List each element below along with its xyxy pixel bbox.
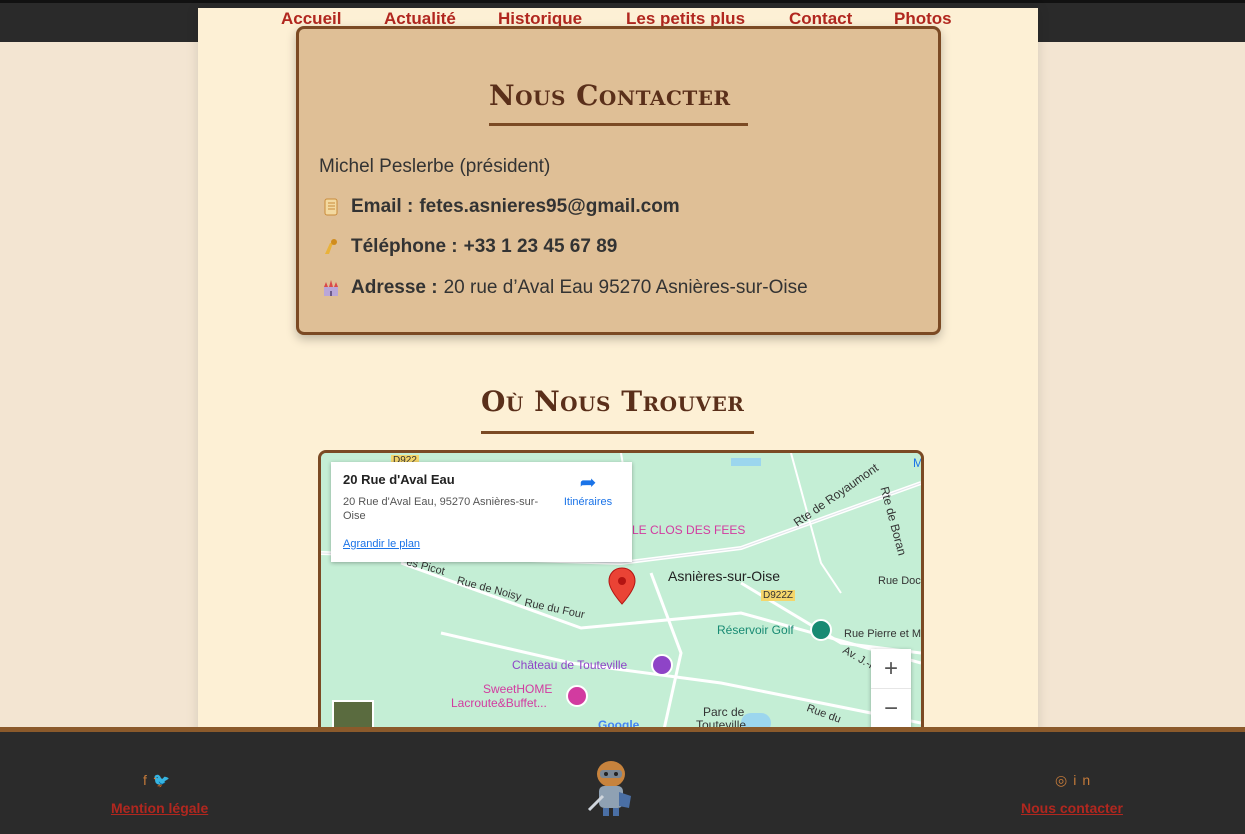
email-link[interactable]: fetes.asnieres95@gmail.com <box>419 196 679 218</box>
social-right: ◎in <box>1055 772 1096 789</box>
zoom-controls: + − <box>871 649 911 731</box>
phone-link[interactable]: +33 1 23 45 67 89 <box>464 236 618 258</box>
address-value: 20 rue d’Aval Eau 95270 Asnières-sur-Ois… <box>443 277 808 298</box>
map-label-pierre: Rue Pierre et Ma <box>844 628 924 640</box>
map-pin-icon[interactable] <box>608 567 636 610</box>
find-title-underline <box>481 431 754 434</box>
enlarge-map-link[interactable]: Agrandir le plan <box>343 538 420 550</box>
hotel-marker-icon[interactable] <box>566 685 588 707</box>
map-label-m: M <box>913 456 923 470</box>
email-line: Email : fetes.asnieres95@gmail.com <box>319 196 686 218</box>
castle-icon <box>319 277 343 299</box>
site-footer: f🐦 Mention légale ◎in Nous contacter <box>0 727 1245 834</box>
social-left: f🐦 <box>143 772 176 789</box>
instagram-icon[interactable]: ◎ <box>1055 772 1073 788</box>
directions-label: Itinéraires <box>563 496 613 508</box>
map-label-lacroute: Lacroute&Buffet... <box>451 696 547 710</box>
contact-card: Nous Contacter Michel Peslerbe (présiden… <box>296 26 941 335</box>
address-label: Adresse : <box>351 277 438 298</box>
directions-button[interactable]: ➦ Itinéraires <box>553 470 623 508</box>
contact-title-underline <box>489 123 748 126</box>
map-label-clos: LE CLOS DES FEES <box>632 523 746 537</box>
find-title: Où Nous Trouver <box>481 385 745 418</box>
knight-mascot-logo <box>585 756 637 818</box>
map-label-town: Asnières-sur-Oise <box>668 568 781 584</box>
mention-legale-link[interactable]: Mention légale <box>111 800 208 816</box>
linkedin-icon[interactable]: in <box>1073 772 1096 788</box>
map-label-parc: Parc de <box>703 705 745 719</box>
map-canvas[interactable]: LE CLOS DES FEES Asnières-sur-Oise Rte d… <box>321 453 924 737</box>
phone-line: Téléphone : +33 1 23 45 67 89 <box>319 236 623 258</box>
castle-marker-icon[interactable] <box>651 654 673 676</box>
nous-contacter-link[interactable]: Nous contacter <box>1021 800 1123 816</box>
twitter-icon[interactable]: 🐦 <box>153 772 176 788</box>
map-label-reservoir: Réservoir Golf <box>717 623 794 637</box>
address-line: Adresse : 20 rue d’Aval Eau 95270 Asnièr… <box>319 277 808 299</box>
map-label-chateau: Château de Touteville <box>512 658 628 672</box>
scroll-icon <box>319 196 343 218</box>
map-label-sweethome: SweetHOME <box>483 682 553 696</box>
map-label-d922z: D922Z <box>761 590 796 601</box>
phone-label: Téléphone : <box>351 236 458 257</box>
directions-icon: ➦ <box>579 472 597 494</box>
map-info-card: 20 Rue d'Aval Eau 20 Rue d'Aval Eau, 952… <box>331 462 632 562</box>
email-label: Email : <box>351 196 414 217</box>
zoom-out-button[interactable]: − <box>871 689 911 729</box>
president-text: Michel Peslerbe (président) <box>319 156 551 177</box>
facebook-icon[interactable]: f <box>143 772 153 788</box>
zoom-in-button[interactable]: + <box>871 649 911 689</box>
contact-title: Nous Contacter <box>489 79 731 112</box>
golf-icon[interactable] <box>810 619 832 641</box>
map-card-title: 20 Rue d'Aval Eau <box>343 472 455 487</box>
trumpet-icon <box>319 236 343 258</box>
map-embed[interactable]: LE CLOS DES FEES Asnières-sur-Oise Rte d… <box>318 450 924 740</box>
president-line: Michel Peslerbe (président) <box>319 156 550 178</box>
map-label-rue-doc: Rue Doc <box>878 575 921 587</box>
map-card-address: 20 Rue d'Aval Eau, 95270 Asnières-sur-Oi… <box>343 496 539 522</box>
